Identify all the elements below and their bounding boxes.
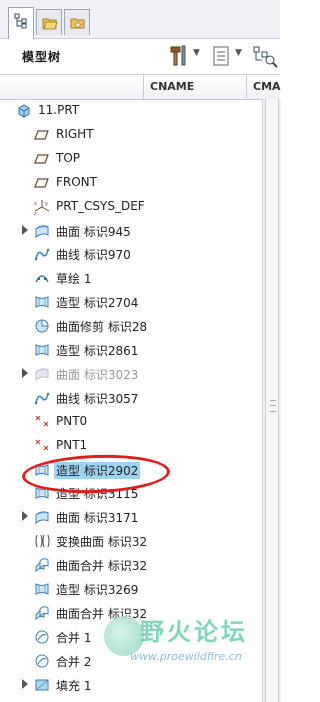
tree-item-label: FRONT: [56, 174, 97, 189]
tree-item-label: 填充 1: [56, 678, 92, 693]
tools-icon[interactable]: [168, 44, 190, 68]
tree-item-label: 11.PRT: [38, 103, 80, 117]
tree-item[interactable]: 合并 2: [0, 649, 262, 673]
point-icon: [34, 414, 50, 430]
part-icon: [16, 103, 32, 119]
expand-triangle-icon[interactable]: [22, 678, 28, 689]
tree-item[interactable]: 曲线 标识3057: [0, 386, 262, 410]
tree-item-label: 造型 标识2861: [56, 344, 139, 358]
tree-item[interactable]: 造型 标识2861: [0, 338, 262, 362]
tree-item-label: 草绘 1: [56, 272, 92, 287]
show-filter-icon[interactable]: [252, 44, 278, 68]
surface-merge-icon: [34, 557, 50, 573]
tree-item-label: 曲面 标识3023: [56, 367, 139, 382]
column-divider[interactable]: [246, 75, 247, 99]
tree-item-label: 合并 1: [56, 630, 92, 645]
tree-item-label: 曲面 标识3171: [56, 511, 139, 526]
curve-icon: [34, 246, 50, 262]
tree-item[interactable]: RIGHT: [0, 123, 262, 147]
tools-dropdown-arrow-icon[interactable]: ▼: [193, 48, 200, 58]
csys-icon: x y z: [34, 199, 50, 217]
panel-tab-strip: [0, 0, 280, 39]
tab-favorites[interactable]: [64, 9, 90, 35]
point-icon: [34, 438, 50, 454]
tree-item[interactable]: 造型 标识2704: [0, 290, 262, 314]
tree-item[interactable]: 11.PRT: [0, 99, 262, 123]
tree-item-label: 合并 2: [56, 654, 92, 669]
tree-item[interactable]: PNT1: [0, 434, 262, 458]
tree-item-label: 曲面 标识945: [56, 224, 131, 239]
tree-item[interactable]: 曲面 标识3023: [0, 362, 262, 386]
tree-item[interactable]: TOP: [0, 147, 262, 171]
tree-item[interactable]: 造型 标识3269: [0, 577, 262, 601]
tree-item[interactable]: x y z PRT_CSYS_DEF: [0, 195, 262, 219]
tree-item-label: 曲线 标识3057: [56, 391, 139, 406]
transform-surface-icon: [34, 533, 50, 549]
surface-icon: [34, 223, 50, 239]
style-icon: [34, 581, 50, 597]
datum-plane-icon: [34, 127, 50, 143]
tree-item[interactable]: 曲面 标识945: [0, 219, 262, 243]
fill-icon: [34, 677, 50, 693]
surface-icon: [34, 509, 50, 525]
svg-text:x: x: [34, 201, 37, 207]
tree-item-label: RIGHT: [56, 126, 94, 141]
tree-item[interactable]: 曲线 标识970: [0, 242, 262, 266]
tree-item[interactable]: PNT0: [0, 410, 262, 434]
sketch-icon: [34, 270, 50, 286]
panel-title: 模型树: [22, 50, 62, 64]
surface-trim-icon: [34, 318, 50, 334]
folder-browser-icon: [42, 18, 58, 30]
settings-dropdown-arrow-icon[interactable]: ▼: [235, 48, 242, 58]
tree-item[interactable]: 曲面合并 标识32: [0, 553, 262, 577]
datum-plane-icon: [34, 151, 50, 167]
tree-item-label: PRT_CSYS_DEF: [56, 198, 145, 213]
tree-item[interactable]: 变换曲面 标识32: [0, 529, 262, 553]
tree-item-label: 曲面修剪 标识28: [56, 320, 148, 335]
tree-item-label: TOP: [56, 150, 81, 165]
style-icon: [34, 294, 50, 310]
scrollbar-grip-icon: [270, 400, 276, 412]
tree-item-label: PNT1: [56, 437, 88, 452]
tree-item[interactable]: 曲面修剪 标识28: [0, 314, 262, 338]
scrollbar-thumb[interactable]: [265, 99, 279, 702]
favorites-folder-icon: [70, 18, 85, 29]
tree-item[interactable]: 草绘 1: [0, 266, 262, 290]
vertical-scrollbar[interactable]: [262, 99, 281, 702]
tree-item[interactable]: 填充 1: [0, 673, 262, 697]
datum-plane-icon: [34, 175, 50, 191]
model-tree: 11.PRT RIGHT TOP FRONT x y z PRT_CSYS_DEF 曲面 标识9…: [0, 99, 262, 702]
tree-item-label: 造型 标识2704: [56, 296, 139, 311]
tree-item[interactable]: 合并 1: [0, 625, 262, 649]
tree-item[interactable]: 曲面合并 标识32: [0, 601, 262, 625]
tree-item-label: 曲线 标识970: [56, 248, 131, 263]
tree-column-header: CNAME CMA: [0, 74, 281, 100]
expand-triangle-icon[interactable]: [22, 224, 28, 235]
curve-icon: [34, 390, 50, 406]
tree-item-label: 变换曲面 标识32: [56, 535, 148, 550]
tree-item-label: 造型 标识3269: [56, 583, 139, 597]
surface-icon: [34, 366, 50, 382]
tree-item[interactable]: 曲面 标识3171: [0, 505, 262, 529]
tree-item[interactable]: FRONT: [0, 171, 262, 195]
column-header-cma[interactable]: CMA: [253, 80, 281, 93]
svg-text:z: z: [34, 211, 37, 215]
tree-item-label: PNT0: [56, 413, 88, 428]
tab-folder-browser[interactable]: [36, 9, 62, 35]
model-tree-toolbar: 模型树 ▼ ▼: [0, 39, 280, 73]
style-icon: [34, 342, 50, 358]
tree-settings-icon[interactable]: [212, 44, 232, 68]
merge-icon: [34, 629, 50, 645]
expand-triangle-icon[interactable]: [22, 511, 28, 522]
merge-icon: [34, 653, 50, 669]
svg-text:y: y: [45, 201, 48, 207]
column-divider[interactable]: [143, 75, 144, 99]
column-header-cname[interactable]: CNAME: [150, 80, 194, 93]
model-tree-icon: [14, 13, 27, 29]
expand-triangle-icon[interactable]: [22, 367, 28, 378]
surface-merge-icon: [34, 605, 50, 621]
tree-item-label: 曲面合并 标识32: [56, 559, 148, 574]
tree-item-label: 曲面合并 标识32: [56, 606, 148, 621]
tab-model-tree[interactable]: [8, 7, 34, 39]
